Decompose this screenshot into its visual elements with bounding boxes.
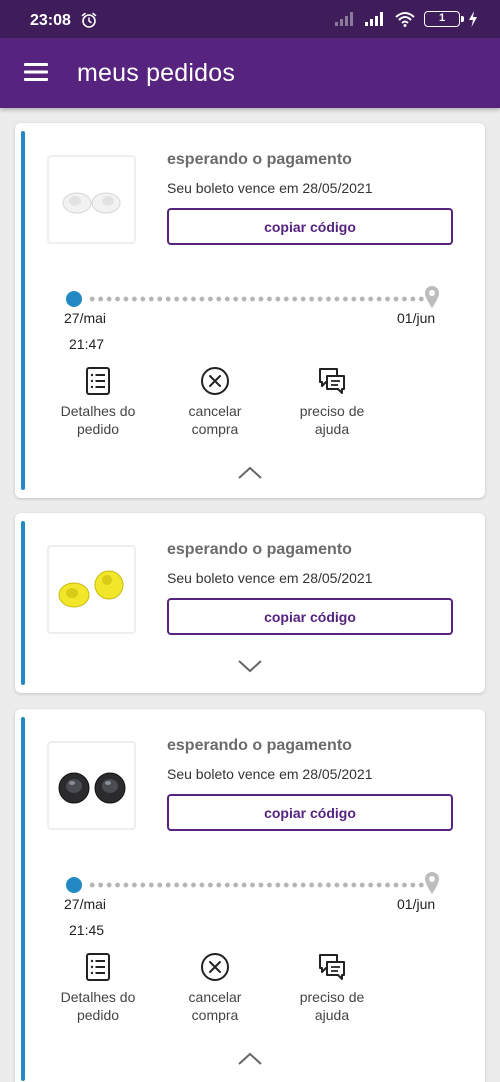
action-label: Detalhes do [60,989,136,1005]
help-button[interactable]: preciso de ajuda [277,952,387,1024]
battery-level: 1 [438,12,446,24]
page-title: meus pedidos [77,59,236,87]
menu-icon[interactable] [24,62,48,82]
chevron-down-icon[interactable] [237,658,263,674]
cancel-icon [201,953,229,981]
action-label: pedido [76,421,120,437]
yellow-earbuds-image [58,570,124,608]
cancel-purchase-button[interactable]: cancelar compra [160,366,270,438]
order-status: esperando o pagamento [167,541,352,558]
order-status: esperando o pagamento [167,737,352,754]
action-label: ajuda [314,421,350,437]
help-chat-icon [319,954,345,980]
order-actions: Detalhes do pedido cancelar compra preci… [15,952,485,1032]
boleto-due-text: Seu boleto vence em 28/05/2021 [167,570,373,586]
status-time: 23:08 [30,12,71,29]
action-label: preciso de [299,989,365,1005]
alarm-icon [81,12,97,28]
action-label: cancelar [188,403,242,419]
order-actions: Detalhes do pedido cancelar compra preci… [15,366,485,446]
white-earbuds-image [62,192,121,214]
app-bar: meus pedidos [0,38,500,108]
order-card: esperando o pagamento Seu boleto vence e… [15,123,485,498]
product-thumbnail[interactable] [47,741,136,830]
chevron-up-icon[interactable] [237,1051,263,1067]
order-details-icon [86,953,110,981]
timeline-end-date: 01/jun [397,310,436,326]
timeline-start-marker [66,877,82,893]
order-details-icon [86,367,110,395]
timeline-start-time: 21:47 [69,336,105,352]
action-label: ajuda [314,1007,350,1023]
delivery-timeline: 27/mai 01/jun 21:45 [15,872,485,952]
charging-icon [469,11,477,27]
order-status: esperando o pagamento [167,151,352,168]
action-label: compra [191,421,239,437]
timeline-dotted-line [88,296,424,302]
status-bar: 23:08 1 [0,0,500,38]
order-details-button[interactable]: Detalhes do pedido [43,952,153,1024]
location-pin-icon [425,286,439,308]
help-chat-icon [319,368,345,394]
copy-code-button[interactable]: copiar código [167,208,453,245]
copy-code-button[interactable]: copiar código [167,794,453,831]
location-pin-icon [425,872,439,894]
product-thumbnail[interactable] [47,155,136,244]
timeline-start-date: 27/mai [64,896,107,912]
wifi-icon [395,12,415,27]
signal-empty-icon [335,12,353,26]
action-label: compra [191,1007,239,1023]
timeline-start-marker [66,291,82,307]
status-icons: 1 [334,11,478,27]
boleto-due-text: Seu boleto vence em 28/05/2021 [167,180,373,196]
action-label: cancelar [188,989,242,1005]
cancel-icon [201,367,229,395]
cancel-purchase-button[interactable]: cancelar compra [160,952,270,1024]
timeline-dotted-line [88,882,424,888]
help-button[interactable]: preciso de ajuda [277,366,387,438]
battery-icon: 1 [424,11,464,27]
status-accent-bar [21,521,25,685]
product-thumbnail[interactable] [47,545,136,634]
chevron-up-icon[interactable] [237,465,263,481]
order-card: esperando o pagamento Seu boleto vence e… [15,709,485,1082]
boleto-due-text: Seu boleto vence em 28/05/2021 [167,766,373,782]
timeline-start-date: 27/mai [64,310,107,326]
order-card: esperando o pagamento Seu boleto vence e… [15,513,485,693]
action-label: Detalhes do [60,403,136,419]
signal-icon [365,12,383,26]
order-details-button[interactable]: Detalhes do pedido [43,366,153,438]
black-earbuds-image [58,772,126,804]
timeline-end-date: 01/jun [397,896,436,912]
delivery-timeline: 27/mai 01/jun 21:47 [15,286,485,366]
copy-code-button[interactable]: copiar código [167,598,453,635]
action-label: pedido [76,1007,120,1023]
action-label: preciso de [299,403,365,419]
timeline-start-time: 21:45 [69,922,105,938]
